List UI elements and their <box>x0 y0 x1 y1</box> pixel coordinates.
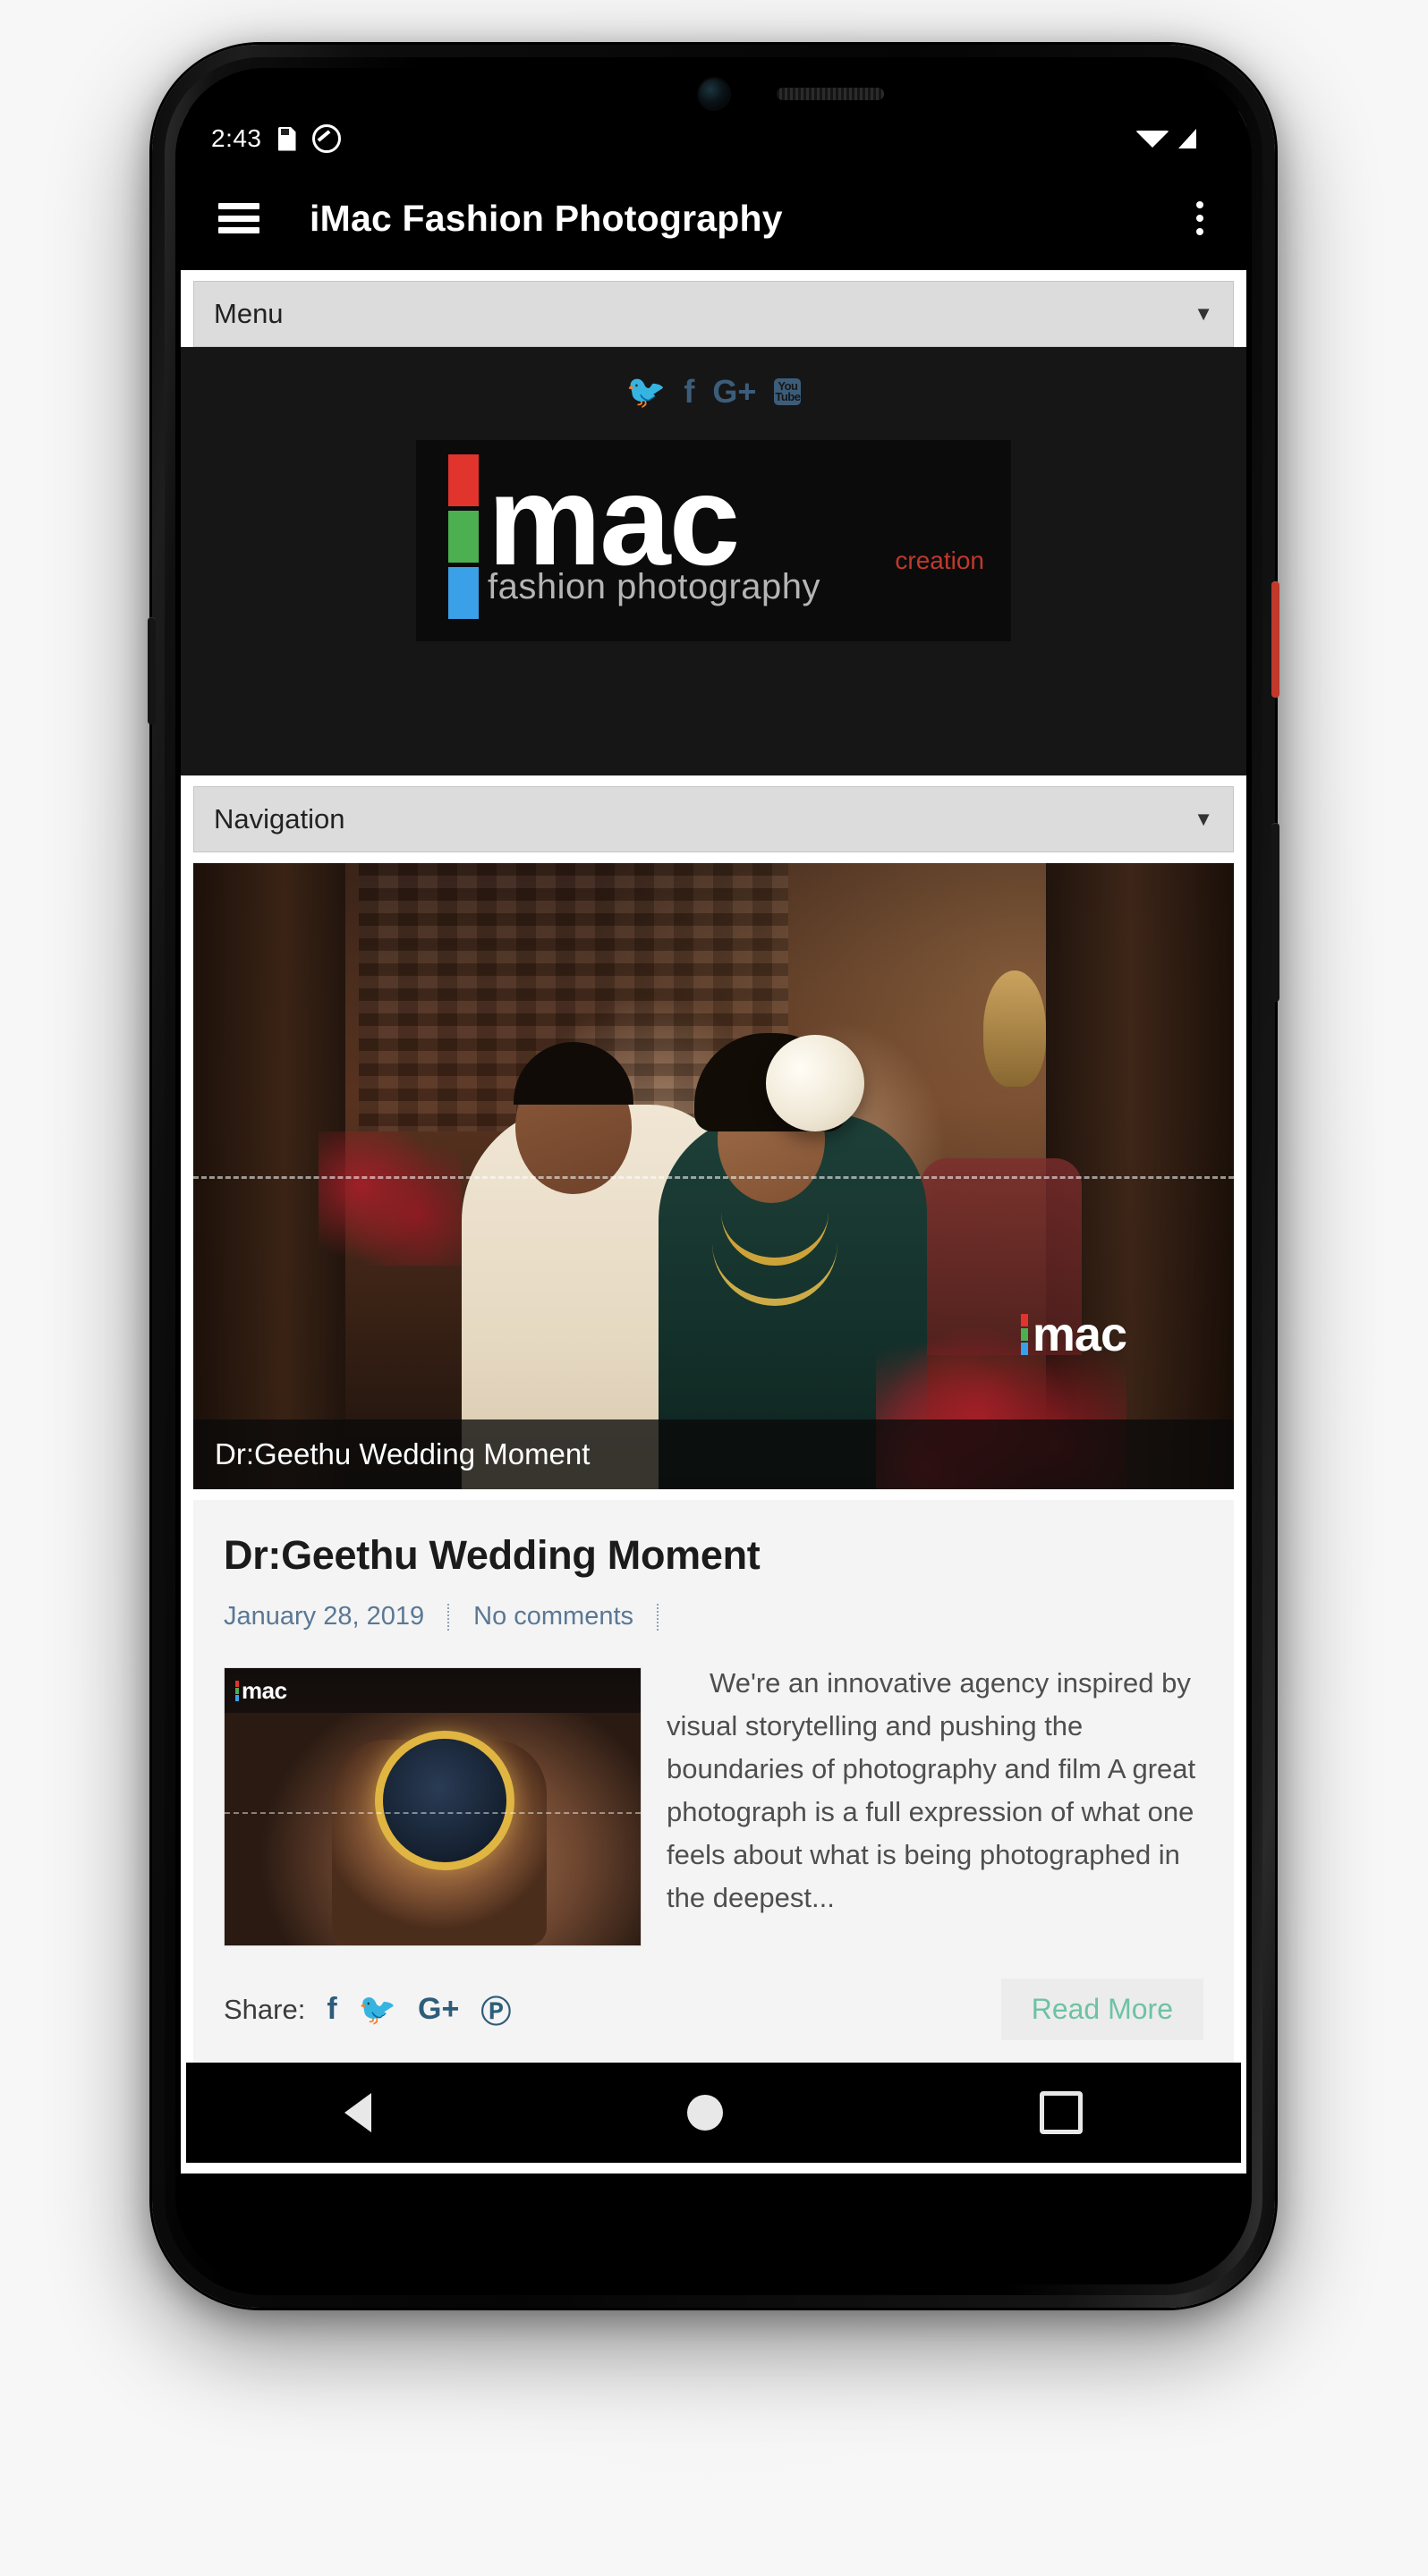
phone-device: 2:43 iMac Fashion Photography Menu ▼ 🐦 f… <box>148 45 1279 2308</box>
photo-watermark: mac <box>1020 1307 1127 1362</box>
earpiece-speaker <box>776 88 884 100</box>
post-thumbnail[interactable]: mac <box>224 1667 642 1946</box>
power-button[interactable] <box>1271 581 1279 698</box>
share-label: Share: <box>224 1993 306 2025</box>
back-icon[interactable] <box>344 2093 371 2132</box>
do-not-disturb-icon <box>311 124 341 153</box>
spacer-mid <box>181 775 1246 786</box>
site-logo[interactable]: mac fashion photography creation <box>181 417 1246 641</box>
photo-dashed-line <box>193 1176 1234 1179</box>
status-bar: 2:43 <box>181 111 1246 166</box>
sd-card-icon <box>277 126 296 151</box>
logo-badge: creation <box>895 547 984 574</box>
post-comments[interactable]: No comments <box>473 1602 633 1631</box>
share-icons[interactable]: f 🐦 G+ Ⓟ <box>327 1987 511 2031</box>
thumbnail-watermark: mac <box>235 1677 287 1705</box>
photo-lamp <box>983 970 1046 1087</box>
webview[interactable]: Menu ▼ 🐦 f G+ You Tube mac fashion photo… <box>181 270 1246 2174</box>
menu-dropdown[interactable]: Menu ▼ <box>193 281 1234 347</box>
site-header-band: 🐦 f G+ You Tube mac fashion photography … <box>181 347 1246 775</box>
front-camera-icon <box>698 79 729 109</box>
phone-screen: 2:43 iMac Fashion Photography Menu ▼ 🐦 f… <box>181 111 1246 2174</box>
post-meta: January 28, 2019 No comments <box>224 1602 1203 1631</box>
kebab-menu-icon[interactable] <box>1196 201 1203 235</box>
twitter-icon[interactable]: 🐦 <box>359 1992 396 2028</box>
featured-image[interactable]: mac Dr:Geethu Wedding Moment <box>193 863 1234 1489</box>
navigation-dropdown[interactable]: Navigation ▼ <box>193 786 1234 852</box>
app-bar: iMac Fashion Photography <box>181 166 1246 270</box>
assistant-button[interactable] <box>148 617 156 724</box>
thumbnail-dashed-line <box>225 1812 641 1815</box>
post-date[interactable]: January 28, 2019 <box>224 1602 424 1631</box>
recents-icon[interactable] <box>1040 2091 1084 2134</box>
hamburger-icon[interactable] <box>218 203 259 233</box>
home-icon[interactable] <box>687 2095 724 2131</box>
thumbnail-ring <box>375 1731 514 1870</box>
menu-dropdown-label: Menu <box>214 298 284 329</box>
status-time: 2:43 <box>211 124 262 152</box>
meta-separator <box>657 1603 659 1631</box>
featured-caption: Dr:Geethu Wedding Moment <box>193 1419 1234 1489</box>
meta-separator <box>447 1603 450 1631</box>
chevron-down-icon: ▼ <box>1194 302 1213 325</box>
read-more-button[interactable]: Read More <box>1000 1979 1203 2040</box>
pinterest-icon[interactable]: Ⓟ <box>480 1987 511 2031</box>
social-links[interactable]: 🐦 f G+ You Tube <box>181 347 1246 417</box>
android-nav-bar <box>186 2063 1241 2163</box>
spacer-nav <box>181 852 1246 863</box>
google-plus-icon[interactable]: G+ <box>418 1992 459 2027</box>
wifi-icon <box>1135 130 1169 148</box>
post-excerpt-text: We're an innovative agency inspired by v… <box>667 1667 1196 1914</box>
chevron-down-icon: ▼ <box>1194 808 1213 830</box>
post-title[interactable]: Dr:Geethu Wedding Moment <box>224 1532 1203 1579</box>
volume-button[interactable] <box>1271 823 1279 1002</box>
spacer-top <box>181 270 1246 281</box>
status-bar-right <box>1135 129 1246 148</box>
share-row: Share: f 🐦 G+ Ⓟ Read More <box>224 1979 1203 2040</box>
spacer-feature <box>181 1489 1246 1500</box>
photo-watermark-text: mac <box>1032 1308 1127 1361</box>
photo-flowers-left <box>319 1131 462 1266</box>
header-spacer <box>181 641 1246 775</box>
phone-bezel: 2:43 iMac Fashion Photography Menu ▼ 🐦 f… <box>175 68 1252 2284</box>
thumbnail-watermark-text: mac <box>242 1677 287 1704</box>
logo-color-bars <box>448 453 479 619</box>
signal-icon <box>1178 129 1196 148</box>
logo-wordmark: mac <box>488 449 740 592</box>
facebook-icon[interactable]: f <box>684 376 694 408</box>
post-body: mac We're an innovative agency inspired … <box>224 1662 1203 1955</box>
google-plus-icon[interactable]: G+ <box>712 376 756 408</box>
page-title: iMac Fashion Photography <box>310 197 783 239</box>
twitter-icon[interactable]: 🐦 <box>626 376 667 408</box>
logo-tagline: fashion photography <box>488 567 820 607</box>
photo-jasmine-garland <box>766 1035 864 1131</box>
status-bar-left: 2:43 <box>181 124 341 153</box>
facebook-icon[interactable]: f <box>327 1992 336 2027</box>
post-card: Dr:Geethu Wedding Moment January 28, 201… <box>193 1500 1234 2067</box>
youtube-icon[interactable]: You Tube <box>774 378 802 405</box>
navigation-dropdown-label: Navigation <box>214 803 345 835</box>
